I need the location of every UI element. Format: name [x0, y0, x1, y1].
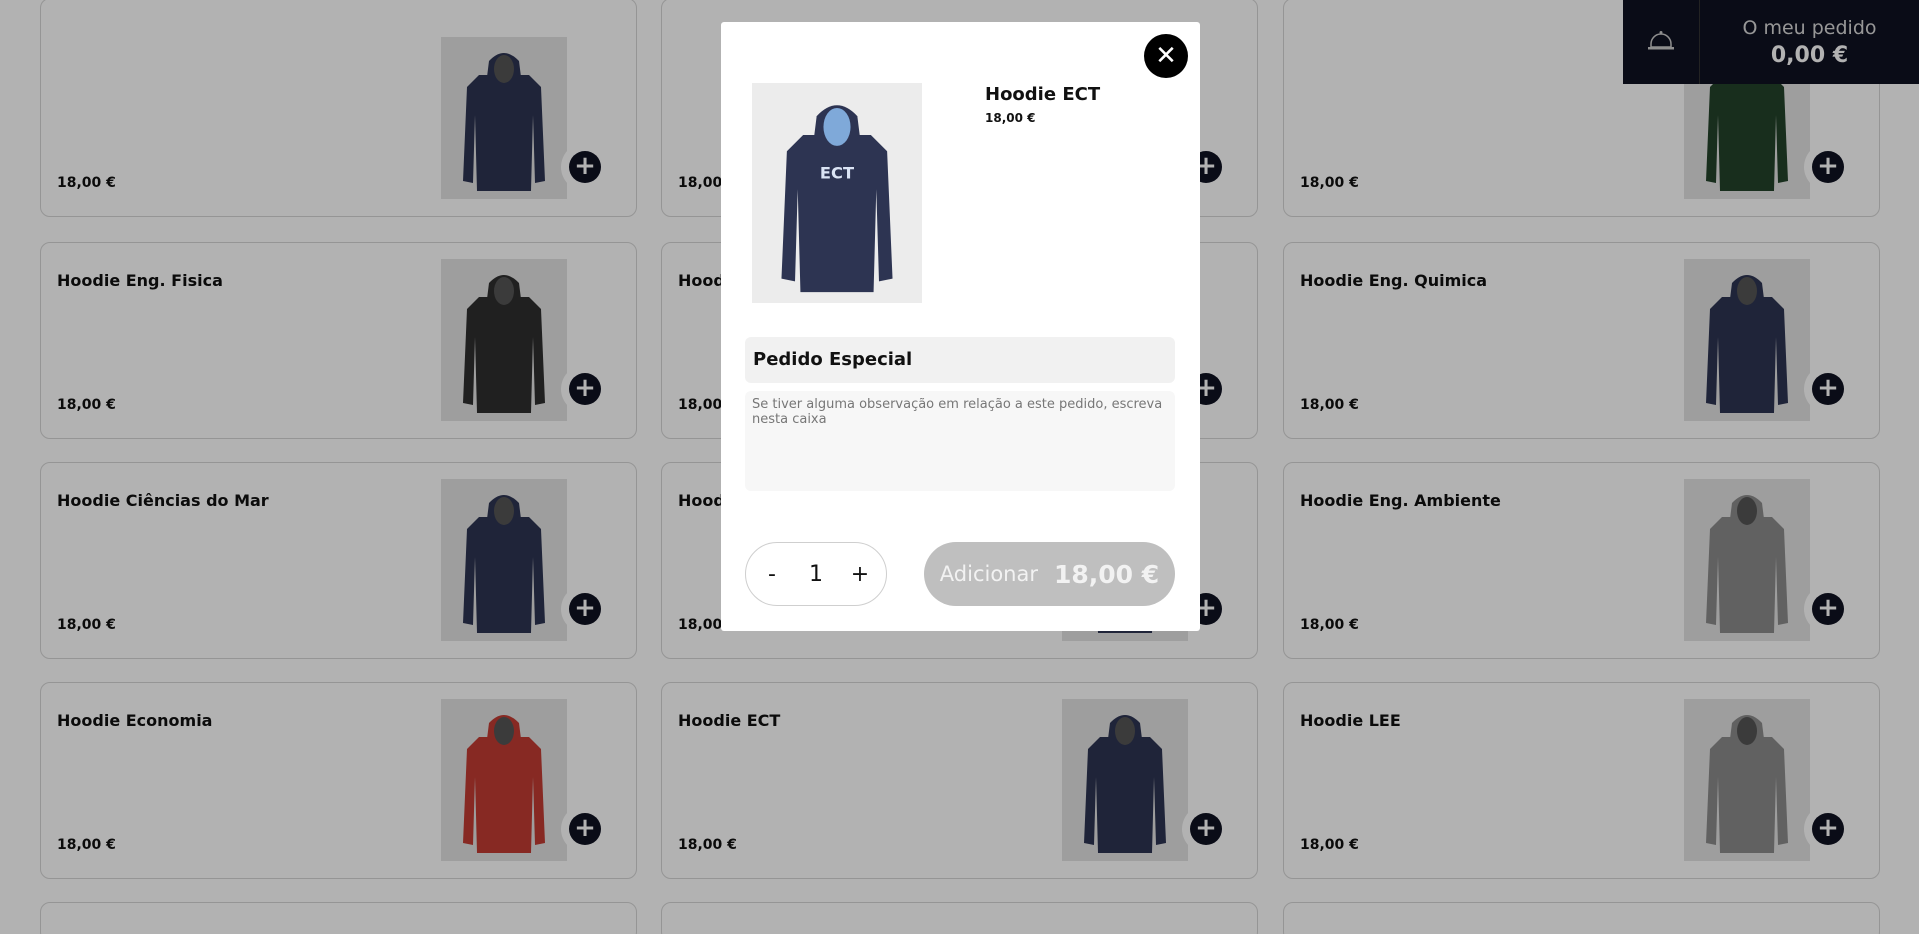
special-request-heading: Pedido Especial: [745, 337, 1175, 383]
modal-product-title: Hoodie ECT: [985, 84, 1101, 105]
add-to-order-label: Adicionar: [939, 562, 1038, 586]
quantity-value: 1: [809, 561, 823, 587]
hoodie-image: ECT: [781, 105, 893, 293]
product-image: ECT: [752, 83, 922, 303]
close-icon: ✕: [1155, 41, 1177, 71]
decrease-quantity-button[interactable]: -: [757, 562, 787, 587]
modal-product-price: 18,00 €: [985, 111, 1036, 125]
add-to-order-amount: 18,00 €: [1054, 559, 1160, 589]
add-to-order-button[interactable]: Adicionar 18,00 €: [924, 542, 1175, 606]
quantity-stepper: - 1 +: [745, 542, 887, 606]
increase-quantity-button[interactable]: +: [845, 562, 875, 587]
hoodie-print: ECT: [820, 163, 854, 182]
close-button[interactable]: ✕: [1144, 34, 1188, 78]
special-request-input[interactable]: [745, 391, 1175, 491]
product-modal: ✕ ECT Hoodie ECT 18,00 € Pedido Especial…: [721, 22, 1200, 631]
